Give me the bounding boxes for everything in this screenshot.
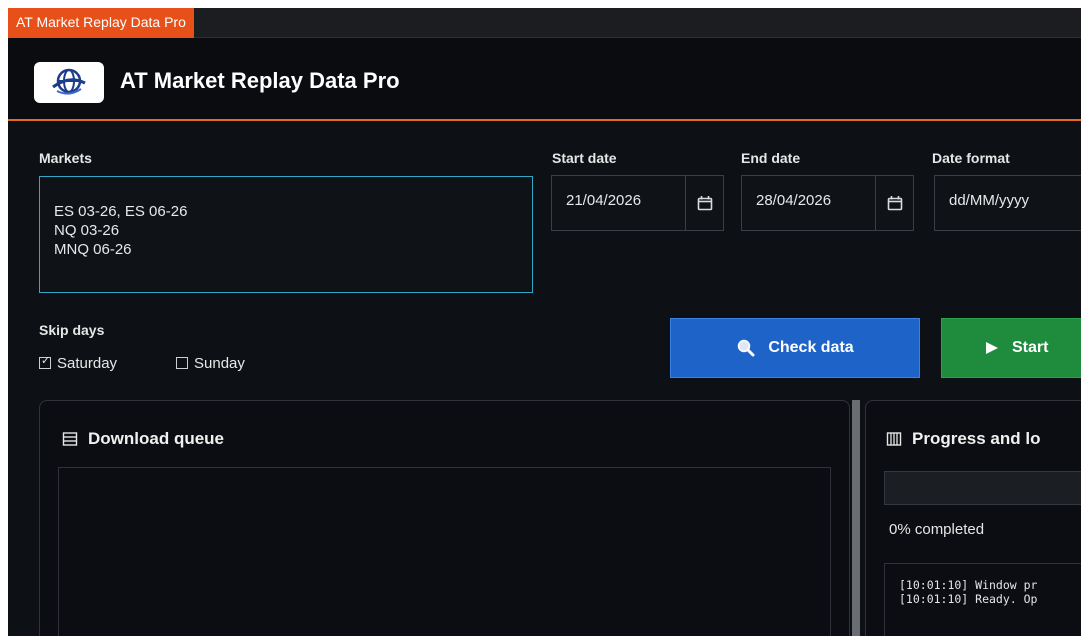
window-titlebar: AT Market Replay Data Pro: [8, 8, 1081, 38]
app-window: AT Market Replay Data Pro AT Market Repl…: [8, 8, 1081, 636]
panel-splitter[interactable]: [852, 400, 860, 636]
saturday-checkbox[interactable]: Saturday: [39, 352, 117, 374]
app-logo: [34, 62, 104, 103]
start-label: Start: [1012, 339, 1049, 356]
markets-line: NQ 03-26: [54, 222, 120, 239]
markets-line: ES 03-26, ES 06-26: [54, 203, 188, 220]
progress-log-panel: Progress and lo 0% completed [10:01:10] …: [865, 400, 1081, 636]
start-button[interactable]: Start: [941, 318, 1081, 378]
list-icon: [62, 432, 78, 446]
markets-line: MNQ 06-26: [54, 241, 132, 258]
bars-icon: [886, 432, 902, 446]
end-date-label: End date: [741, 150, 801, 166]
calendar-icon: [697, 196, 713, 211]
download-queue-list[interactable]: [58, 467, 831, 636]
log-line: [10:01:10] Ready. Op: [899, 592, 1038, 606]
markets-input[interactable]: ES 03-26, ES 06-26 NQ 03-26 MNQ 06-26: [39, 176, 533, 293]
start-date-input[interactable]: 21/04/2026: [551, 175, 686, 231]
progress-log-title: Progress and lo: [886, 429, 1040, 449]
end-date-input[interactable]: 28/04/2026: [741, 175, 876, 231]
start-date-label: Start date: [552, 150, 617, 166]
skip-days-label: Skip days: [39, 322, 105, 338]
markets-label: Markets: [39, 150, 92, 166]
date-format-input[interactable]: dd/MM/yyyy: [934, 175, 1081, 231]
calendar-icon: [887, 196, 903, 211]
end-date-picker-button[interactable]: [876, 175, 914, 231]
magnifier-icon: [738, 339, 755, 357]
globe-icon: [52, 68, 86, 95]
download-queue-panel: Download queue: [39, 400, 850, 636]
progress-bar: [884, 471, 1081, 505]
checkbox-checked[interactable]: [39, 354, 51, 369]
progress-log-title-text: Progress and lo: [912, 429, 1041, 448]
window-title-tab[interactable]: AT Market Replay Data Pro: [8, 8, 194, 38]
check-data-label: Check data: [768, 339, 854, 356]
log-output[interactable]: [10:01:10] Window pr [10:01:10] Ready. O…: [884, 563, 1081, 636]
app-header: AT Market Replay Data Pro: [8, 38, 1081, 121]
play-icon: [986, 342, 998, 354]
sunday-checkbox[interactable]: Sunday: [176, 352, 245, 374]
download-queue-title-text: Download queue: [88, 429, 224, 448]
start-date-picker-button[interactable]: [686, 175, 724, 231]
saturday-label: Saturday: [57, 354, 118, 372]
progress-status: 0% completed: [889, 521, 985, 538]
checkbox-unchecked[interactable]: [176, 357, 188, 369]
app-title: AT Market Replay Data Pro: [120, 68, 400, 93]
log-line: [10:01:10] Window pr: [899, 578, 1038, 592]
date-format-label: Date format: [932, 150, 1010, 166]
check-data-button[interactable]: Check data: [670, 318, 920, 378]
sunday-label: Sunday: [194, 354, 245, 372]
download-queue-title: Download queue: [62, 429, 224, 449]
